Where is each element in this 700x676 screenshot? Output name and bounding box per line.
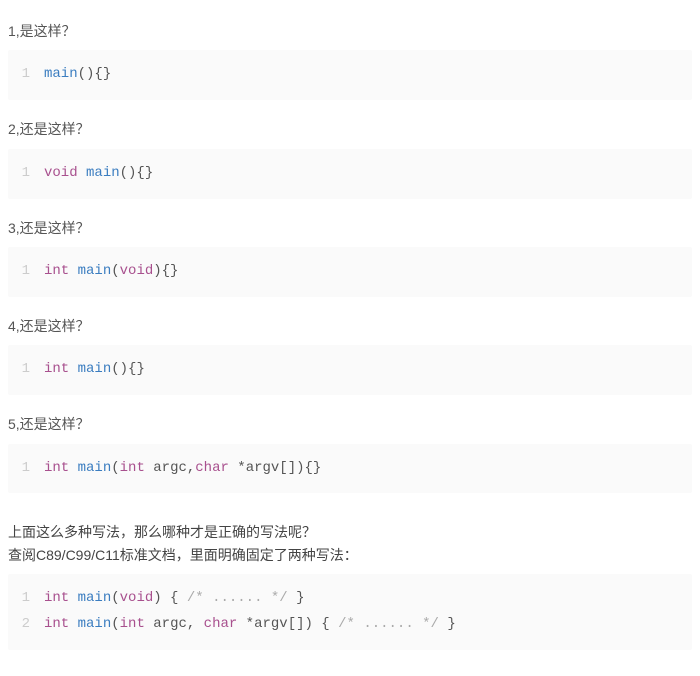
code-content: int main(int argc, char *argv[]) { /* ..… [44,612,456,638]
token-fn: main [78,460,112,476]
code-content: int main(int argc,char *argv[]){} [44,456,321,482]
token-fn: main [78,361,112,377]
token-keyword: void [120,590,154,606]
token-fn: main [78,616,112,632]
token-fn: main [44,66,78,82]
code-content: int main(){} [44,357,145,383]
code-block-6: 1 int main(void) { /* ...... */ } 2 int … [8,574,692,650]
code-line: 1 int main(){} [8,357,692,383]
token-plain: ( [111,616,119,632]
paragraph-line-2: 查阅C89/C99/C11标准文档，里面明确固定了两种写法： [8,544,692,566]
token-comment: /* ...... */ [338,616,439,632]
code-content: void main(){} [44,161,153,187]
token-plain: argc, [145,460,195,476]
code-block-1: 1 main(){} [8,50,692,100]
token-plain [78,165,86,181]
line-number: 1 [8,62,44,88]
code-content: main(){} [44,62,111,88]
token-fn: main [78,263,112,279]
token-plain: } [288,590,305,606]
token-keyword: void [44,165,78,181]
question-3-label: 3,还是这样？ [8,217,692,239]
token-fn: main [86,165,120,181]
code-content: int main(void) { /* ...... */ } [44,586,305,612]
token-keyword: int [120,616,145,632]
line-number: 2 [8,612,44,638]
code-block-4: 1 int main(){} [8,345,692,395]
token-keyword: int [44,361,69,377]
question-1-label: 1,是这样？ [8,20,692,42]
line-number: 1 [8,456,44,482]
line-number: 1 [8,161,44,187]
token-keyword: void [120,263,154,279]
token-plain: *argv[]){} [229,460,321,476]
line-number: 1 [8,259,44,285]
token-plain [69,263,77,279]
code-block-3: 1 int main(void){} [8,247,692,297]
code-line: 1 main(){} [8,62,692,88]
line-number: 1 [8,357,44,383]
code-block-2: 1 void main(){} [8,149,692,199]
token-keyword: int [120,460,145,476]
explanation-paragraph: 上面这么多种写法，那么哪种才是正确的写法呢？ 查阅C89/C99/C11标准文档… [8,521,692,566]
token-fn: main [78,590,112,606]
code-block-5: 1 int main(int argc,char *argv[]){} [8,444,692,494]
token-plain: } [439,616,456,632]
token-plain: (){} [78,66,112,82]
token-plain: (){} [111,361,145,377]
code-line: 2 int main(int argc, char *argv[]) { /* … [8,612,692,638]
token-plain [69,361,77,377]
token-plain: ){} [153,263,178,279]
token-plain: argc, [145,616,204,632]
token-plain: (){} [120,165,154,181]
token-keyword: int [44,460,69,476]
token-plain: ( [111,460,119,476]
token-plain: ) { [153,590,187,606]
code-line: 1 int main(int argc,char *argv[]){} [8,456,692,482]
token-plain [69,590,77,606]
code-line: 1 int main(void) { /* ...... */ } [8,586,692,612]
token-comment: /* ...... */ [187,590,288,606]
question-5-label: 5,还是这样？ [8,413,692,435]
question-2-label: 2,还是这样？ [8,118,692,140]
code-line: 1 void main(){} [8,161,692,187]
token-keyword: char [195,460,229,476]
token-keyword: int [44,263,69,279]
token-plain: ( [111,263,119,279]
token-keyword: char [204,616,238,632]
token-plain: *argv[]) { [237,616,338,632]
token-plain: ( [111,590,119,606]
token-keyword: int [44,616,69,632]
token-plain [69,460,77,476]
token-keyword: int [44,590,69,606]
token-plain [69,616,77,632]
question-4-label: 4,还是这样？ [8,315,692,337]
paragraph-line-1: 上面这么多种写法，那么哪种才是正确的写法呢？ [8,521,692,543]
line-number: 1 [8,586,44,612]
code-line: 1 int main(void){} [8,259,692,285]
code-content: int main(void){} [44,259,178,285]
